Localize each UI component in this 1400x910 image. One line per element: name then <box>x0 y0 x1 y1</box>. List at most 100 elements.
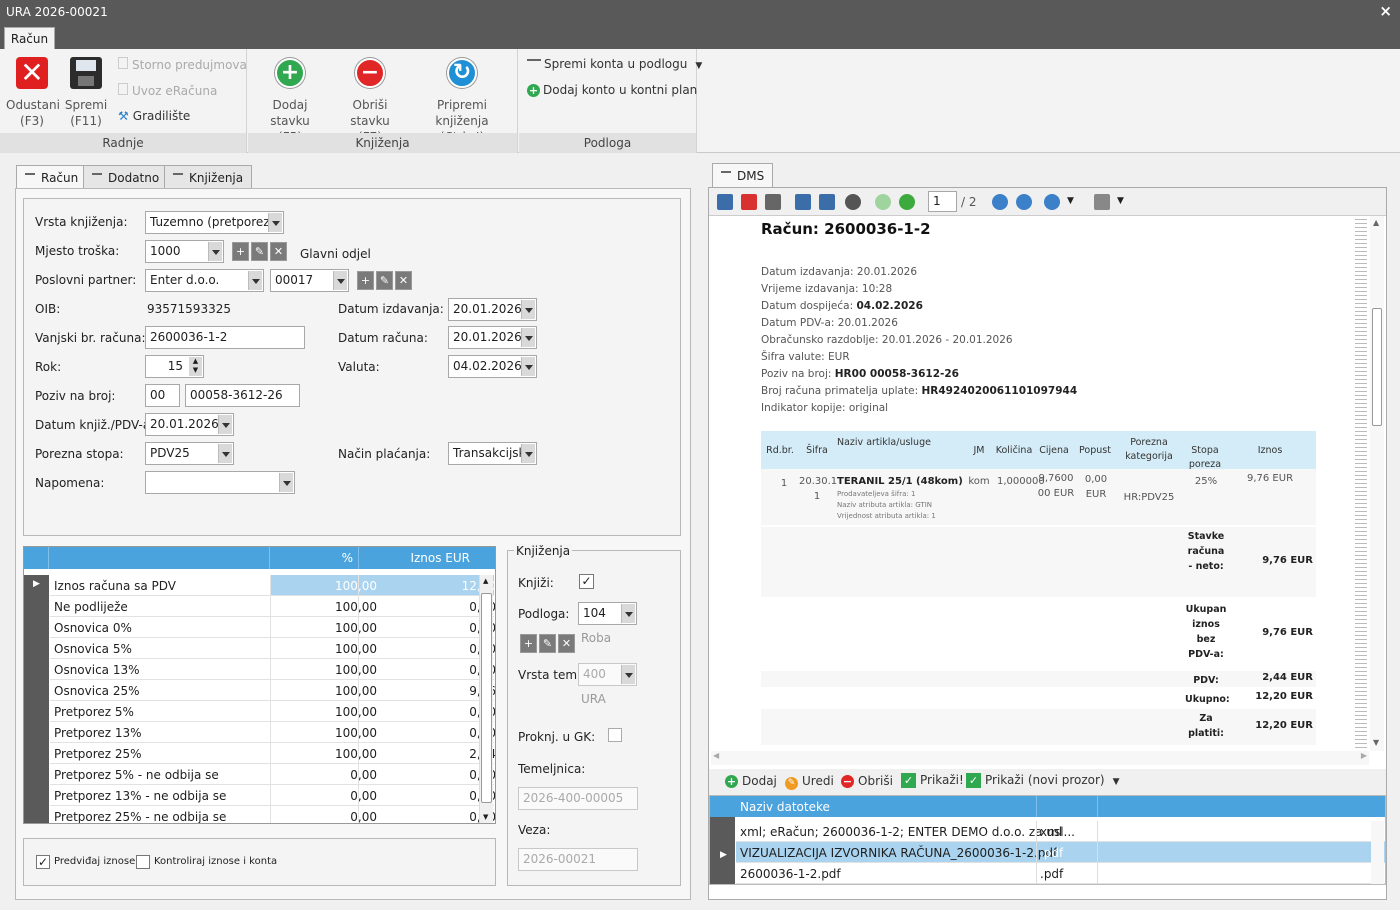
napomena-select[interactable] <box>145 471 295 494</box>
add-icon[interactable]: + <box>357 271 374 290</box>
ribbon-tab-racun[interactable]: Račun <box>4 27 55 50</box>
dodaj-stavku-button[interactable]: + Dodaj stavku (F5) <box>252 55 328 145</box>
page-layout-icon[interactable] <box>1094 194 1110 210</box>
chevron-down-icon[interactable]: ▼ <box>1113 777 1120 787</box>
close-doc-icon[interactable] <box>741 194 757 210</box>
table-row[interactable]: Osnovica 0% 100,00 0,00 <box>50 617 495 638</box>
print-icon[interactable] <box>765 194 781 210</box>
kontroliraj-checkbox[interactable] <box>136 855 150 869</box>
edit-icon[interactable]: ✎ <box>539 634 556 653</box>
zoom-out-icon[interactable] <box>1016 194 1032 210</box>
knjizi-checkbox[interactable]: ✓ <box>579 574 594 589</box>
scroll-thumb[interactable] <box>1372 308 1382 426</box>
scroll-down-icon[interactable]: ▼ <box>1373 738 1379 747</box>
column-header-iznos[interactable]: Iznos EUR <box>360 551 470 565</box>
dodaj-konto-button[interactable]: + Dodaj konto u kontni plan <box>527 83 697 97</box>
tab-knjizenja[interactable]: Knjiženja <box>164 165 253 189</box>
temeljnica-input[interactable]: 2026-400-00005 <box>518 787 638 810</box>
table-row[interactable]: Ne podliježe 100,00 0,00 <box>50 596 495 617</box>
tab-racun[interactable]: Račun <box>16 165 88 190</box>
scroll-up-icon[interactable]: ▲ <box>483 577 488 585</box>
pripremi-knjizenja-button[interactable]: ↻ Pripremi knjiženja (Ctrl+I) <box>412 55 512 145</box>
pdf-vscrollbar[interactable]: ▲ ▼ <box>1370 216 1384 751</box>
mjesto-troska-select[interactable]: 1000 <box>145 240 224 263</box>
proknj-checkbox[interactable] <box>608 728 622 742</box>
close-icon[interactable]: × <box>1379 2 1392 20</box>
scroll-thumb[interactable] <box>481 593 492 803</box>
add-icon[interactable]: + <box>232 242 249 261</box>
uredi-file-button[interactable]: ✎ Uredi <box>785 774 834 790</box>
datum-izdavanja-field[interactable]: 20.01.2026 <box>448 298 537 321</box>
file-row[interactable]: VIZUALIZACIJA IZVORNIKA RAČUNA_2600036-1… <box>736 842 1385 863</box>
poziv-model-input[interactable]: 00 <box>145 384 180 407</box>
rok-stepper[interactable]: 15 ▲ ▼ <box>145 355 204 378</box>
vrsta-tem-select[interactable]: 400 <box>578 663 637 686</box>
zoom-in-icon[interactable] <box>992 194 1008 210</box>
valuta-field[interactable]: 04.02.2026 <box>448 355 537 378</box>
edit-icon[interactable]: ✎ <box>376 271 393 290</box>
page-down-icon[interactable] <box>899 194 915 210</box>
datum-racuna-field[interactable]: 20.01.2026 <box>448 326 537 349</box>
add-icon[interactable]: + <box>520 634 537 653</box>
table-row[interactable]: Pretporez 5% 100,00 0,00 <box>50 701 495 722</box>
files-scrollbar[interactable] <box>1371 821 1384 884</box>
grid-scrollbar[interactable]: ▲ ▼ <box>479 575 493 823</box>
file-row[interactable]: xml; eRačun; 2600036-1-2; ENTER DEMO d.o… <box>736 821 1385 842</box>
table-row[interactable]: Pretporez 13% - ne odbija se 0,00 0,00 <box>50 785 495 806</box>
table-row[interactable]: Osnovica 13% 100,00 0,00 <box>50 659 495 680</box>
dodaj-file-button[interactable]: + Dodaj <box>725 774 777 788</box>
veza-input[interactable]: 2026-00021 <box>518 848 638 871</box>
scroll-left-icon[interactable]: ◀ <box>713 751 719 760</box>
export-icon[interactable] <box>795 194 811 210</box>
obrisi-stavku-button[interactable]: − Obriši stavku (F7) <box>332 55 408 145</box>
clear-icon[interactable]: ✕ <box>270 242 287 261</box>
spremi-konta-button[interactable]: Spremi konta u podlogu ▼ <box>527 57 702 71</box>
partner-select[interactable]: Enter d.o.o. <box>145 269 264 292</box>
clear-icon[interactable]: ✕ <box>395 271 412 290</box>
spinner-icon[interactable]: ▲ ▼ <box>189 357 202 376</box>
tab-dodatno[interactable]: Dodatno <box>83 165 169 189</box>
export-all-icon[interactable] <box>819 194 835 210</box>
prikazi-button[interactable]: ✓ Prikaži! <box>901 773 964 788</box>
poziv-broj-input[interactable]: 00058-3612-26 <box>185 384 300 407</box>
odustani-button[interactable]: ✕ Odustani (F3) <box>6 55 60 129</box>
file-row[interactable]: 2600036-1-2.pdf .pdf <box>736 863 1385 884</box>
table-row[interactable]: Pretporez 5% - ne odbija se 0,00 0,00 <box>50 764 495 785</box>
chevron-down-icon[interactable]: ▼ <box>1117 196 1124 206</box>
obrisi-file-button[interactable]: − Obriši <box>841 774 893 788</box>
page-number-input[interactable]: 1 <box>928 191 957 212</box>
table-row[interactable]: Pretporez 25% 100,00 2,44 <box>50 743 495 764</box>
column-header-pct[interactable]: % <box>271 551 353 565</box>
row-name: Ne podliježe <box>54 600 128 614</box>
scroll-up-icon[interactable]: ▲ <box>1373 218 1379 227</box>
porezna-stopa-select[interactable]: PDV25 <box>145 442 234 465</box>
nacin-placanja-select[interactable]: Transakcijski <box>448 442 537 465</box>
scroll-down-icon[interactable]: ▼ <box>483 813 488 821</box>
chevron-down-icon[interactable]: ▼ <box>1067 196 1074 206</box>
table-row[interactable]: Pretporez 25% - ne odbija se 0,00 0,00 <box>50 806 495 823</box>
table-row[interactable]: Osnovica 5% 100,00 0,00 <box>50 638 495 659</box>
storno-predujmova-button[interactable]: Storno predujmova <box>118 57 247 72</box>
page-up-icon[interactable] <box>875 194 891 210</box>
save-icon[interactable] <box>717 194 733 210</box>
find-icon[interactable] <box>845 194 861 210</box>
table-row[interactable]: Pretporez 13% 100,00 0,00 <box>50 722 495 743</box>
datum-knjizenja-field[interactable]: 20.01.2026 <box>145 413 234 436</box>
gradiliste-button[interactable]: ⚒ Gradilište <box>118 109 190 123</box>
partner-sifra-select[interactable]: 00017 <box>270 269 349 292</box>
podloga-select[interactable]: 104 <box>578 602 637 625</box>
tab-dms[interactable]: DMS <box>712 163 774 189</box>
vrsta-knjizenja-select[interactable]: Tuzemno (pretporez) <box>145 211 284 234</box>
table-row[interactable]: Iznos računa sa PDV 100,00 12,20 <box>50 575 495 596</box>
clear-icon[interactable]: ✕ <box>558 634 575 653</box>
prikazi-novi-button[interactable]: ✓ Prikaži (novi prozor) ▼ <box>966 773 1120 788</box>
predvidaj-checkbox[interactable]: ✓ <box>36 855 50 869</box>
pdf-hscrollbar[interactable]: ◀ ▶ <box>711 751 1369 765</box>
uvoz-eracuna-button[interactable]: Uvoz eRačuna <box>118 83 217 98</box>
scroll-right-icon[interactable]: ▶ <box>1361 751 1367 760</box>
zoom-icon[interactable] <box>1044 194 1060 210</box>
spremi-button[interactable]: Spremi (F11) <box>62 55 110 129</box>
edit-icon[interactable]: ✎ <box>251 242 268 261</box>
vanjski-broj-input[interactable]: 2600036-1-2 <box>145 326 305 349</box>
table-row[interactable]: Osnovica 25% 100,00 9,76 <box>50 680 495 701</box>
